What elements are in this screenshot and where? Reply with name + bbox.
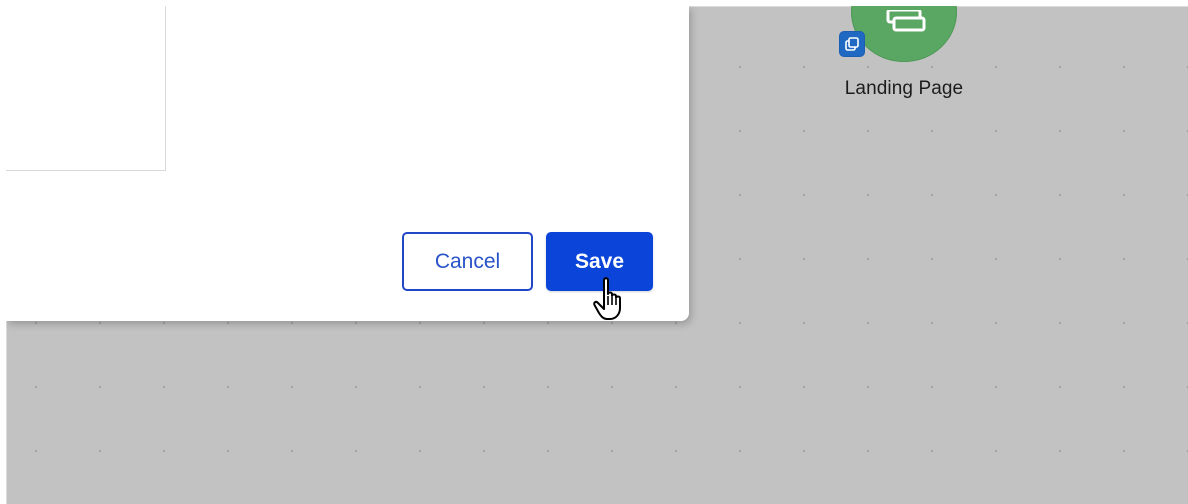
landing-page-label: Landing Page <box>844 78 964 99</box>
preview-panel <box>6 6 166 171</box>
flow-canvas[interactable]: Landing Page Cancel Save <box>6 6 1188 504</box>
landing-page-node-circle[interactable] <box>851 6 957 62</box>
screens-icon <box>886 10 926 32</box>
hand-pointer-icon <box>593 277 621 320</box>
landing-page-node[interactable]: Landing Page <box>826 6 986 116</box>
cancel-button[interactable]: Cancel <box>402 232 533 291</box>
copy-page-icon <box>840 32 864 56</box>
settings-modal: Cancel Save <box>6 6 689 321</box>
